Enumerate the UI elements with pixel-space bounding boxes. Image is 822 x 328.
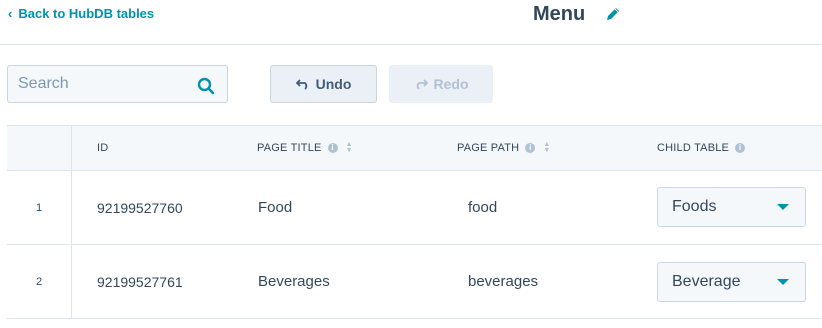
column-header-id: ID xyxy=(97,142,108,154)
cell-page-path[interactable]: food xyxy=(468,199,497,216)
info-icon[interactable]: i xyxy=(735,143,746,153)
page-title: Menu xyxy=(533,3,586,25)
search-icon[interactable] xyxy=(197,77,215,95)
row-number-header xyxy=(7,126,72,170)
child-table-select[interactable]: Foods xyxy=(657,187,806,227)
redo-label: Redo xyxy=(433,76,469,92)
table-header: ID PAGE TITLE i ▲ ▼ PAGE PATH i ▲ ▼ CHILD … xyxy=(7,125,822,171)
cell-id[interactable]: 92199527761 xyxy=(97,274,183,290)
column-label: PAGE TITLE xyxy=(257,142,322,154)
chevron-left-icon: ‹ xyxy=(8,6,13,21)
rows-table: ID PAGE TITLE i ▲ ▼ PAGE PATH i ▲ ▼ CHILD … xyxy=(7,125,822,319)
undo-icon xyxy=(295,79,307,90)
child-table-value: Foods xyxy=(672,198,717,215)
row-number: 1 xyxy=(36,202,43,214)
column-label: PAGE PATH xyxy=(457,142,520,154)
child-table-select[interactable]: Beverage xyxy=(657,262,806,302)
caret-down-icon xyxy=(777,279,789,285)
search-box xyxy=(7,65,228,103)
cell-page-title[interactable]: Beverages xyxy=(258,273,330,290)
redo-button[interactable]: Redo xyxy=(389,65,493,103)
sort-icon[interactable]: ▲ ▼ xyxy=(543,141,550,154)
back-link-label: Back to HubDB tables xyxy=(18,6,155,21)
row-number: 2 xyxy=(36,276,43,288)
cell-id[interactable]: 92199527760 xyxy=(97,200,183,216)
undo-button[interactable]: Undo xyxy=(270,65,377,103)
table-row: 2 92199527761 Beverages beverages Bevera… xyxy=(7,245,822,319)
top-bar: ‹ Back to HubDB tables Menu xyxy=(0,0,822,45)
back-link[interactable]: ‹ Back to HubDB tables xyxy=(8,6,154,21)
info-icon[interactable]: i xyxy=(525,143,536,153)
pencil-icon[interactable] xyxy=(605,6,621,22)
info-icon[interactable]: i xyxy=(327,143,338,153)
column-header-child-table: CHILD TABLE i xyxy=(657,142,746,154)
column-label: ID xyxy=(97,142,109,154)
column-label: CHILD TABLE xyxy=(657,142,730,154)
column-header-page-title[interactable]: PAGE TITLE i ▲ ▼ xyxy=(257,141,353,154)
cell-page-path[interactable]: beverages xyxy=(468,273,538,290)
column-header-page-path[interactable]: PAGE PATH i ▲ ▼ xyxy=(457,141,550,154)
redo-icon xyxy=(416,79,428,90)
child-table-value: Beverage xyxy=(672,273,741,290)
sort-icon[interactable]: ▲ ▼ xyxy=(346,141,353,154)
search-input[interactable] xyxy=(8,66,198,102)
caret-down-icon xyxy=(777,204,789,210)
undo-label: Undo xyxy=(315,76,352,92)
table-row: 1 92199527760 Food food Foods xyxy=(7,171,822,245)
cell-page-title[interactable]: Food xyxy=(258,199,292,216)
